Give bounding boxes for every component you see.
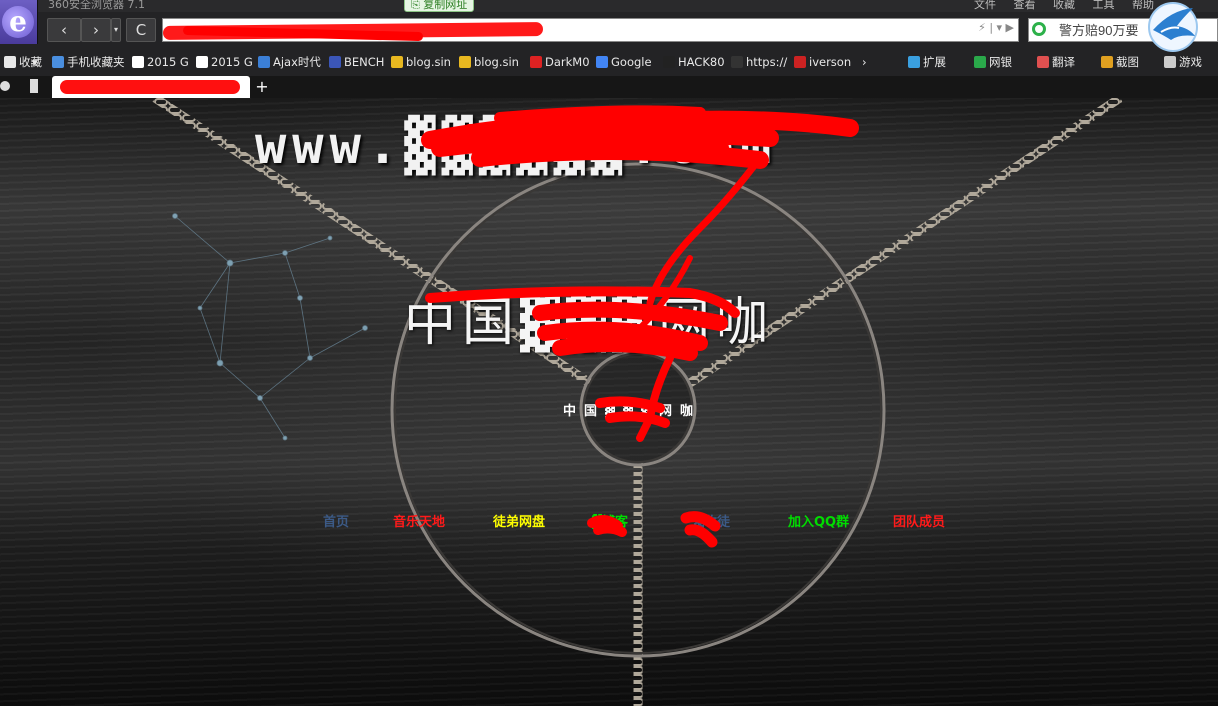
extensions-icon bbox=[908, 56, 920, 68]
bookmark-item[interactable]: 扩展 bbox=[908, 54, 946, 70]
nav-team[interactable]: 团队成员 bbox=[893, 514, 945, 532]
slc-icon bbox=[794, 56, 806, 68]
bookmark-label: 收藏 bbox=[19, 55, 42, 69]
menu-view[interactable]: 查看 bbox=[1014, 0, 1036, 11]
bookmark-label: ▾ bbox=[32, 55, 38, 69]
bookmark-label: 网银 bbox=[989, 55, 1012, 69]
bookmark-label: › bbox=[862, 55, 867, 69]
blog-icon bbox=[391, 56, 403, 68]
blog-icon bbox=[459, 56, 471, 68]
address-bar[interactable]: ⚡ | ▾ ▶ bbox=[162, 18, 1019, 42]
nav-home[interactable]: 首页 bbox=[323, 514, 349, 532]
bookmark-label: Ajax时代 bbox=[273, 55, 321, 69]
bookmark-label: 2015 G bbox=[211, 55, 253, 69]
game-icon bbox=[1164, 56, 1176, 68]
nav-disk[interactable]: 徒弟网盘 bbox=[493, 514, 545, 532]
bench-icon bbox=[329, 56, 341, 68]
site-navigation: 首页 音乐天地 徒弟网盘 ▓博客 ▓收徒 加入QQ群 团队成员 bbox=[0, 514, 1218, 534]
bookmark-item[interactable]: › bbox=[862, 54, 867, 70]
bookmark-label: 2015 G bbox=[147, 55, 189, 69]
bookmark-item[interactable]: 2015 G bbox=[132, 54, 189, 70]
site-domain-heading: www.▓▓▓▓▓▓.com bbox=[255, 116, 778, 176]
nav-qq-group[interactable]: 加入QQ群 bbox=[788, 514, 849, 532]
nav-apprentice[interactable]: ▓收徒 bbox=[694, 514, 730, 532]
bank-icon bbox=[974, 56, 986, 68]
site-title: 中国▓▓▓网咖 bbox=[404, 293, 774, 353]
bookmark-item[interactable]: iverson bbox=[794, 54, 851, 70]
address-bar-icons[interactable]: ⚡ | ▾ ▶ bbox=[978, 21, 1014, 34]
favorites-icon bbox=[4, 56, 16, 68]
bookmark-item[interactable]: blog.sin bbox=[391, 54, 451, 70]
bookmark-item[interactable]: Google bbox=[596, 54, 652, 70]
bookmark-item[interactable]: Ajax时代 bbox=[258, 54, 321, 70]
mobile-icon bbox=[52, 56, 64, 68]
bookmark-label: 截图 bbox=[1116, 55, 1139, 69]
hack80-icon bbox=[663, 56, 675, 68]
history-dropdown-button[interactable]: ▾ bbox=[111, 18, 121, 42]
network-decoration bbox=[172, 213, 368, 441]
darkm0-icon bbox=[530, 56, 542, 68]
ie-logo-icon: e bbox=[2, 6, 34, 38]
bookmark-label: Google bbox=[611, 55, 652, 69]
tab-title-redaction bbox=[60, 80, 240, 94]
back-button[interactable]: ‹ bbox=[47, 18, 81, 42]
bookmark-icon[interactable] bbox=[30, 79, 38, 93]
browser-chrome: 360安全浏览器 7.1 ⎘ 复制网址 文件 查看 收藏 工具 帮助 e ‹ ›… bbox=[0, 0, 1218, 98]
bookmark-item[interactable]: blog.sin bbox=[459, 54, 519, 70]
bookmark-label: DarkM0 bbox=[545, 55, 590, 69]
bookmark-item[interactable]: 截图 bbox=[1101, 54, 1139, 70]
bookmarks-bar: 收藏 ▾ 手机收藏夹 2015 G 2015 G Ajax时代 BENCH blog.sin b… bbox=[0, 50, 1218, 74]
site-subtitle: 中国▓▓▓网咖 bbox=[563, 404, 701, 419]
translate-icon bbox=[1037, 56, 1049, 68]
copy-url-label: 复制网址 bbox=[423, 0, 468, 11]
cloud-icon[interactable] bbox=[0, 81, 10, 91]
tab-bar: + bbox=[0, 76, 1218, 98]
active-tab[interactable] bbox=[52, 76, 250, 98]
bookmark-label: blog.sin bbox=[406, 55, 451, 69]
menu-bar: 文件 查看 收藏 工具 帮助 bbox=[960, 0, 1154, 12]
bookmark-label: blog.sin bbox=[474, 55, 519, 69]
bookmark-item[interactable]: BENCH bbox=[329, 54, 384, 70]
bookmark-label: 翻译 bbox=[1052, 55, 1075, 69]
navigation-bar: ‹ › ▾ C ⚡ | ▾ ▶ bbox=[38, 12, 1218, 48]
nav-music[interactable]: 音乐天地 bbox=[393, 514, 445, 532]
site-l-icon bbox=[196, 56, 208, 68]
new-tab-button[interactable]: + bbox=[254, 77, 270, 96]
window-title: 360安全浏览器 7.1 bbox=[48, 0, 145, 11]
bookmark-label: iverson bbox=[809, 55, 852, 69]
nav-blog[interactable]: ▓博客 bbox=[592, 514, 628, 532]
github-icon bbox=[731, 56, 743, 68]
bookmark-item[interactable]: ▾ bbox=[32, 54, 38, 70]
bookmark-item[interactable]: HACK80 bbox=[663, 54, 725, 70]
copy-url-tooltip[interactable]: ⎘ 复制网址 bbox=[404, 0, 475, 12]
bookmark-label: https:// bbox=[746, 55, 788, 69]
bookmark-label: 游戏 bbox=[1179, 55, 1202, 69]
bookmark-label: BENCH bbox=[344, 55, 385, 69]
page-decoration bbox=[152, 98, 1123, 706]
search-engine-icon[interactable] bbox=[1032, 22, 1046, 36]
bookmark-item[interactable]: https:// bbox=[731, 54, 787, 70]
menu-tools[interactable]: 工具 bbox=[1093, 0, 1115, 11]
menu-favorites[interactable]: 收藏 bbox=[1053, 0, 1075, 11]
bookmark-item[interactable]: 手机收藏夹 bbox=[52, 54, 125, 70]
site-l-icon bbox=[132, 56, 144, 68]
browser-logo[interactable]: e bbox=[0, 0, 38, 44]
ajax-icon bbox=[258, 56, 270, 68]
menu-file[interactable]: 文件 bbox=[974, 0, 996, 11]
reload-button[interactable]: C bbox=[126, 18, 156, 42]
swallow-bird-icon bbox=[1148, 2, 1198, 52]
bookmark-item[interactable]: DarkM0 bbox=[530, 54, 590, 70]
web-page: www.▓▓▓▓▓▓.com 中国▓▓▓网咖 中国▓▓▓网咖 首页 音乐天地 徒… bbox=[0, 98, 1218, 706]
bookmark-label: HACK80 bbox=[678, 55, 725, 69]
bookmark-label: 手机收藏夹 bbox=[67, 55, 125, 69]
bookmark-label: 扩展 bbox=[923, 55, 946, 69]
bookmark-item[interactable]: 翻译 bbox=[1037, 54, 1075, 70]
forward-button[interactable]: › bbox=[81, 18, 111, 42]
google-icon bbox=[596, 56, 608, 68]
bookmark-item[interactable]: 网银 bbox=[974, 54, 1012, 70]
bookmark-item[interactable]: 2015 G bbox=[196, 54, 253, 70]
bookmark-item[interactable]: 游戏 bbox=[1164, 54, 1202, 70]
screenshot-icon bbox=[1101, 56, 1113, 68]
title-bar: 360安全浏览器 7.1 ⎘ 复制网址 文件 查看 收藏 工具 帮助 bbox=[0, 0, 1218, 12]
